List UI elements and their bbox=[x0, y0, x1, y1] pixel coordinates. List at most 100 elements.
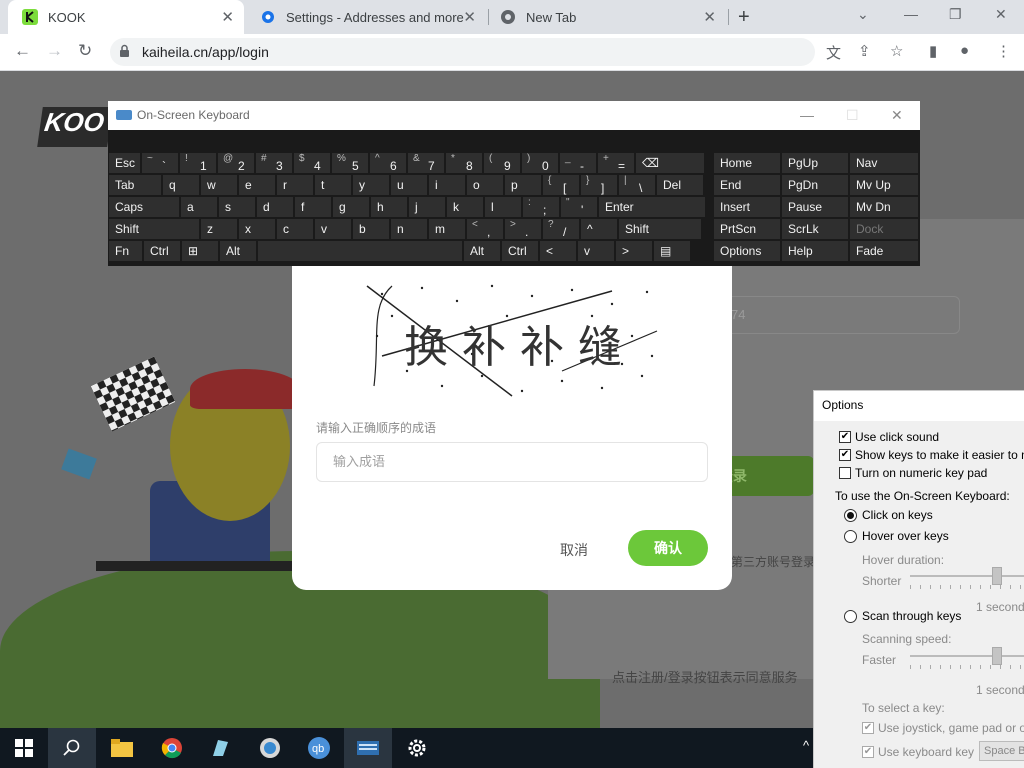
osk-nav-key[interactable]: PgDn bbox=[782, 175, 848, 195]
osk-nav-key[interactable]: Options bbox=[714, 241, 780, 261]
osk-key[interactable]: (9 bbox=[484, 153, 520, 173]
osk-nav-key[interactable]: Insert bbox=[714, 197, 780, 217]
osk-nav-key[interactable]: Home bbox=[714, 153, 780, 173]
osk-key[interactable]: ~ ` bbox=[142, 153, 178, 173]
osk-key[interactable]: ) 0 bbox=[522, 153, 558, 173]
osk-nav-key[interactable]: Help bbox=[782, 241, 848, 261]
osk-key[interactable]: >. bbox=[505, 219, 541, 239]
back-icon[interactable]: ← bbox=[14, 41, 31, 61]
osk-key[interactable]: Alt bbox=[464, 241, 500, 261]
osk-key[interactable]: {[ bbox=[543, 175, 579, 195]
osk-key[interactable]: h bbox=[371, 197, 407, 217]
osk-key[interactable]: Ctrl bbox=[144, 241, 180, 261]
osk-key[interactable]: Ctrl bbox=[502, 241, 538, 261]
osk-nav-key[interactable]: Pause bbox=[782, 197, 848, 217]
osk-key[interactable]: ! 1 bbox=[180, 153, 216, 173]
numeric-pad-checkbox[interactable]: Turn on numeric key pad bbox=[839, 466, 987, 480]
confirm-button[interactable]: 确认 bbox=[628, 530, 708, 566]
restore-icon[interactable]: ❐ bbox=[949, 6, 962, 23]
app-button[interactable] bbox=[196, 728, 244, 768]
osk-key[interactable]: b bbox=[353, 219, 389, 239]
osk-key[interactable]: w bbox=[201, 175, 237, 195]
start-button[interactable] bbox=[0, 728, 48, 768]
close-icon[interactable]: ✕ bbox=[463, 8, 476, 26]
chevron-up-icon[interactable]: ^ bbox=[803, 738, 809, 753]
click-on-keys-radio[interactable]: Click on keys bbox=[844, 508, 933, 522]
cancel-button[interactable]: 取消 bbox=[560, 540, 588, 560]
minimize-icon[interactable]: — bbox=[904, 6, 918, 22]
osk-key[interactable]: r bbox=[277, 175, 313, 195]
osk-key[interactable]: u bbox=[391, 175, 427, 195]
osk-key[interactable]: }] bbox=[581, 175, 617, 195]
osk-close-icon[interactable]: ✕ bbox=[891, 107, 903, 124]
osk-key[interactable]: g bbox=[333, 197, 369, 217]
tab-search-icon[interactable]: ⌄ bbox=[857, 6, 869, 23]
osk-key[interactable]: & 7 bbox=[408, 153, 444, 173]
close-window-icon[interactable]: ✕ bbox=[995, 6, 1007, 23]
osk-key[interactable]: ^ bbox=[581, 219, 617, 239]
osk-key[interactable]: l bbox=[485, 197, 521, 217]
osk-key[interactable]: k bbox=[447, 197, 483, 217]
osk-key[interactable]: e bbox=[239, 175, 275, 195]
osk-key[interactable]: < bbox=[540, 241, 576, 261]
osk-key[interactable]: d bbox=[257, 197, 293, 217]
forward-icon[interactable]: → bbox=[46, 41, 63, 61]
captcha-image[interactable]: 换 补 补 缝 bbox=[362, 276, 662, 400]
osk-nav-key[interactable]: End bbox=[714, 175, 780, 195]
osk-key[interactable]: Caps bbox=[109, 197, 179, 217]
tab-settings[interactable]: Settings - Addresses and more ✕ bbox=[250, 0, 486, 34]
new-tab-icon[interactable]: + bbox=[738, 6, 750, 29]
osk-key[interactable]: + = bbox=[598, 153, 634, 173]
osk-key[interactable]: Shift bbox=[619, 219, 701, 239]
osk-key[interactable] bbox=[258, 241, 462, 261]
use-click-sound-checkbox[interactable]: ✔ Use click sound bbox=[839, 430, 939, 444]
close-icon[interactable]: ✕ bbox=[703, 8, 716, 26]
osk-key[interactable]: m bbox=[429, 219, 465, 239]
osk-key[interactable]: @2 bbox=[218, 153, 254, 173]
show-keys-checkbox[interactable]: ✔ Show keys to make it easier to move bbox=[839, 448, 1024, 462]
osk-key[interactable]: t bbox=[315, 175, 351, 195]
osk-key[interactable]: | \ bbox=[619, 175, 655, 195]
osk-key[interactable]: " ' bbox=[561, 197, 597, 217]
profile-icon[interactable]: ● bbox=[960, 42, 969, 59]
search-button[interactable] bbox=[48, 728, 96, 768]
osk-key[interactable]: p bbox=[505, 175, 541, 195]
osk-key[interactable]: #3 bbox=[256, 153, 292, 173]
osk-key[interactable]: s bbox=[219, 197, 255, 217]
osk-nav-key[interactable]: Mv Dn bbox=[850, 197, 918, 217]
osk-key[interactable]: v bbox=[578, 241, 614, 261]
chrome-button[interactable] bbox=[148, 728, 196, 768]
osk-key[interactable]: y bbox=[353, 175, 389, 195]
hover-over-keys-radio[interactable]: Hover over keys bbox=[844, 529, 949, 543]
side-panel-icon[interactable]: ▮ bbox=[929, 42, 937, 60]
osk-key[interactable]: j bbox=[409, 197, 445, 217]
osk-key[interactable]: % 5 bbox=[332, 153, 368, 173]
osk-key[interactable]: n bbox=[391, 219, 427, 239]
qbittorrent-button[interactable]: qb bbox=[295, 728, 343, 768]
osk-nav-key[interactable]: PrtScn bbox=[714, 219, 780, 239]
osk-key[interactable]: Tab bbox=[109, 175, 161, 195]
osk-key[interactable]: ⊞ bbox=[182, 241, 218, 261]
osk-nav-key[interactable]: Fade bbox=[850, 241, 918, 261]
osk-key[interactable]: ^ 6 bbox=[370, 153, 406, 173]
translate-icon[interactable]: 文 bbox=[826, 42, 841, 63]
scan-through-keys-radio[interactable]: Scan through keys bbox=[844, 609, 961, 623]
address-bar[interactable]: kaiheila.cn/app/login bbox=[110, 38, 815, 66]
osk-key[interactable]: Alt bbox=[220, 241, 256, 261]
close-icon[interactable]: ✕ bbox=[221, 8, 234, 26]
osk-key[interactable]: Del bbox=[657, 175, 703, 195]
captcha-answer-input[interactable] bbox=[333, 454, 693, 469]
osk-key[interactable]: ? / bbox=[543, 219, 579, 239]
share-icon[interactable]: ⇪ bbox=[858, 42, 871, 60]
bookmark-star-icon[interactable]: ☆ bbox=[890, 42, 903, 60]
tab-kook[interactable]: KOOK ✕ bbox=[8, 0, 244, 34]
osk-key[interactable]: * 8 bbox=[446, 153, 482, 173]
osk-key[interactable]: <, bbox=[467, 219, 503, 239]
osk-nav-key[interactable]: PgUp bbox=[782, 153, 848, 173]
tab-new-tab[interactable]: New Tab ✕ bbox=[490, 0, 726, 34]
osk-key[interactable]: o bbox=[467, 175, 503, 195]
osk-key[interactable]: q bbox=[163, 175, 199, 195]
osk-key[interactable]: > bbox=[616, 241, 652, 261]
osk-key[interactable]: z bbox=[201, 219, 237, 239]
osk-key[interactable]: Enter bbox=[599, 197, 705, 217]
